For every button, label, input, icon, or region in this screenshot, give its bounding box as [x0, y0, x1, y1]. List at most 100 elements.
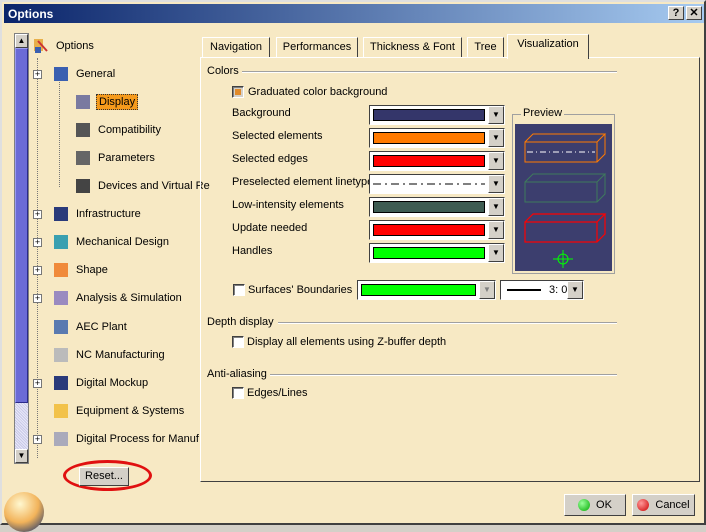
chevron-down-icon[interactable]: ▼: [479, 281, 495, 299]
expand-toggle-icon[interactable]: +: [33, 294, 42, 303]
reset-button[interactable]: Reset...: [79, 467, 129, 486]
chevron-down-icon[interactable]: ▼: [567, 281, 583, 299]
expand-toggle-icon[interactable]: +: [33, 70, 42, 79]
preview-label: Preview: [521, 107, 565, 119]
tree-item-label: Parameters: [98, 152, 155, 164]
color-row-label: Low-intensity elements: [232, 199, 344, 211]
antialias-section-label: Anti-aliasing: [207, 368, 267, 380]
tree-item-mechanical-design[interactable]: Mechanical Design: [52, 232, 171, 252]
chevron-down-icon[interactable]: ▼: [488, 244, 504, 262]
chevron-down-icon[interactable]: ▼: [488, 129, 504, 147]
tree-item-label: Digital Process for Manuf: [76, 433, 199, 445]
tree-item-infrastructure[interactable]: Infrastructure: [52, 204, 143, 224]
tree-item-digital-process[interactable]: Digital Process for Manuf: [52, 429, 201, 449]
expand-toggle-icon[interactable]: +: [33, 266, 42, 275]
scroll-thumb[interactable]: [15, 48, 28, 403]
chevron-down-icon[interactable]: ▼: [488, 198, 504, 216]
window-title: Options: [8, 7, 54, 21]
help-button[interactable]: ?: [668, 6, 684, 20]
zbuffer-label: Display all elements using Z-buffer dept…: [247, 336, 447, 348]
tree-item-label: Equipment & Systems: [76, 405, 185, 417]
tree-item-label: Compatibility: [98, 124, 161, 136]
expand-toggle-icon[interactable]: +: [33, 379, 42, 388]
chevron-down-icon[interactable]: ▼: [488, 221, 504, 239]
tree-item-label: Infrastructure: [76, 208, 141, 220]
zbuffer-checkbox[interactable]: [232, 336, 244, 348]
tree-item-shape[interactable]: Shape: [52, 260, 110, 280]
scroll-down-icon[interactable]: ▼: [15, 449, 28, 463]
color-swatch: [373, 132, 485, 144]
tab-performances[interactable]: Performances: [276, 37, 358, 58]
tab-tree[interactable]: Tree: [467, 37, 504, 58]
color-combo[interactable]: ▼: [369, 197, 505, 217]
surfaces-thickness-combo[interactable]: 3: 0 ▼: [500, 280, 584, 300]
tree-item-label: Mechanical Design: [76, 236, 169, 248]
color-swatch: [373, 155, 485, 167]
tree-item-label: AEC Plant: [76, 321, 127, 333]
close-button[interactable]: ✕: [686, 6, 702, 20]
tree-item-nc-manufacturing[interactable]: NC Manufacturing: [52, 345, 167, 365]
tree-item-digital-mockup[interactable]: Digital Mockup: [52, 373, 150, 393]
display-icon: [74, 93, 92, 111]
options-root-icon: [32, 37, 50, 55]
tree-item-display[interactable]: Display: [74, 92, 139, 112]
ok-icon: [578, 499, 591, 511]
infrastructure-icon: [52, 205, 70, 223]
tree-root[interactable]: Options: [32, 36, 96, 56]
shape-icon: [52, 261, 70, 279]
color-swatch: [373, 178, 485, 190]
chevron-down-icon[interactable]: ▼: [488, 175, 504, 193]
tree-item-equipment[interactable]: Equipment & Systems: [52, 401, 186, 421]
ok-label: OK: [596, 499, 612, 511]
preview-group: Preview: [512, 107, 615, 274]
tree-item-general[interactable]: General: [52, 64, 117, 84]
tab-visualization[interactable]: Visualization: [507, 34, 589, 59]
tree-item-label: Devices and Virtual Re: [98, 180, 210, 192]
expand-toggle-icon[interactable]: +: [33, 435, 42, 444]
surfaces-boundaries-label: Surfaces' Boundaries: [248, 284, 353, 296]
tree-item-parameters[interactable]: Parameters: [74, 148, 157, 168]
color-swatch: [373, 201, 485, 213]
edges-lines-checkbox[interactable]: [232, 387, 244, 399]
expand-toggle-icon[interactable]: +: [33, 210, 42, 219]
mechanical-design-icon: [52, 233, 70, 251]
color-row-label: Update needed: [232, 222, 308, 234]
cancel-icon: [637, 499, 650, 511]
tree-item-label: Display: [96, 94, 139, 110]
tree-item-analysis[interactable]: Analysis & Simulation: [52, 288, 184, 308]
tree-item-label: General: [76, 68, 116, 80]
color-combo[interactable]: ▼: [369, 243, 505, 263]
chevron-down-icon[interactable]: ▼: [488, 106, 504, 124]
expand-toggle-icon[interactable]: +: [33, 238, 42, 247]
color-combo[interactable]: ▼: [369, 151, 505, 171]
general-icon: [52, 65, 70, 83]
graduated-color-checkbox[interactable]: [232, 86, 244, 98]
ok-button[interactable]: OK: [564, 494, 626, 516]
color-combo[interactable]: ▼: [369, 128, 505, 148]
devices-icon: [74, 177, 92, 195]
scroll-up-icon[interactable]: ▲: [15, 34, 28, 48]
cancel-button[interactable]: Cancel: [632, 494, 695, 516]
tree-item-devices[interactable]: Devices and Virtual Re: [74, 176, 212, 196]
color-row-label: Background: [232, 107, 291, 119]
nc-manufacturing-icon: [52, 346, 70, 364]
surfaces-boundaries-checkbox[interactable]: [233, 284, 245, 296]
color-combo[interactable]: ▼: [369, 174, 505, 194]
tree-item-compatibility[interactable]: Compatibility: [74, 120, 163, 140]
colors-section-label: Colors: [207, 65, 239, 77]
surfaces-color-combo[interactable]: ▼: [357, 280, 496, 300]
aec-plant-icon: [52, 318, 70, 336]
color-combo[interactable]: ▼: [369, 105, 505, 125]
color-row-label: Handles: [232, 245, 273, 257]
tab-navigation[interactable]: Navigation: [202, 37, 270, 58]
color-row-label: Selected edges: [232, 153, 308, 165]
title-bar: Options ? ✕: [4, 4, 704, 23]
tree-scrollbar[interactable]: ▲ ▼: [14, 33, 29, 464]
chevron-down-icon[interactable]: ▼: [488, 152, 504, 170]
tree-item-label: Shape: [76, 264, 108, 276]
tab-thickness-font[interactable]: Thickness & Font: [363, 37, 462, 58]
options-dialog: Options ? ✕ ▲ ▼ Options General + Display C…: [0, 0, 706, 532]
color-row-label: Selected elements: [232, 130, 323, 142]
tree-item-aec-plant[interactable]: AEC Plant: [52, 317, 129, 337]
color-combo[interactable]: ▼: [369, 220, 505, 240]
